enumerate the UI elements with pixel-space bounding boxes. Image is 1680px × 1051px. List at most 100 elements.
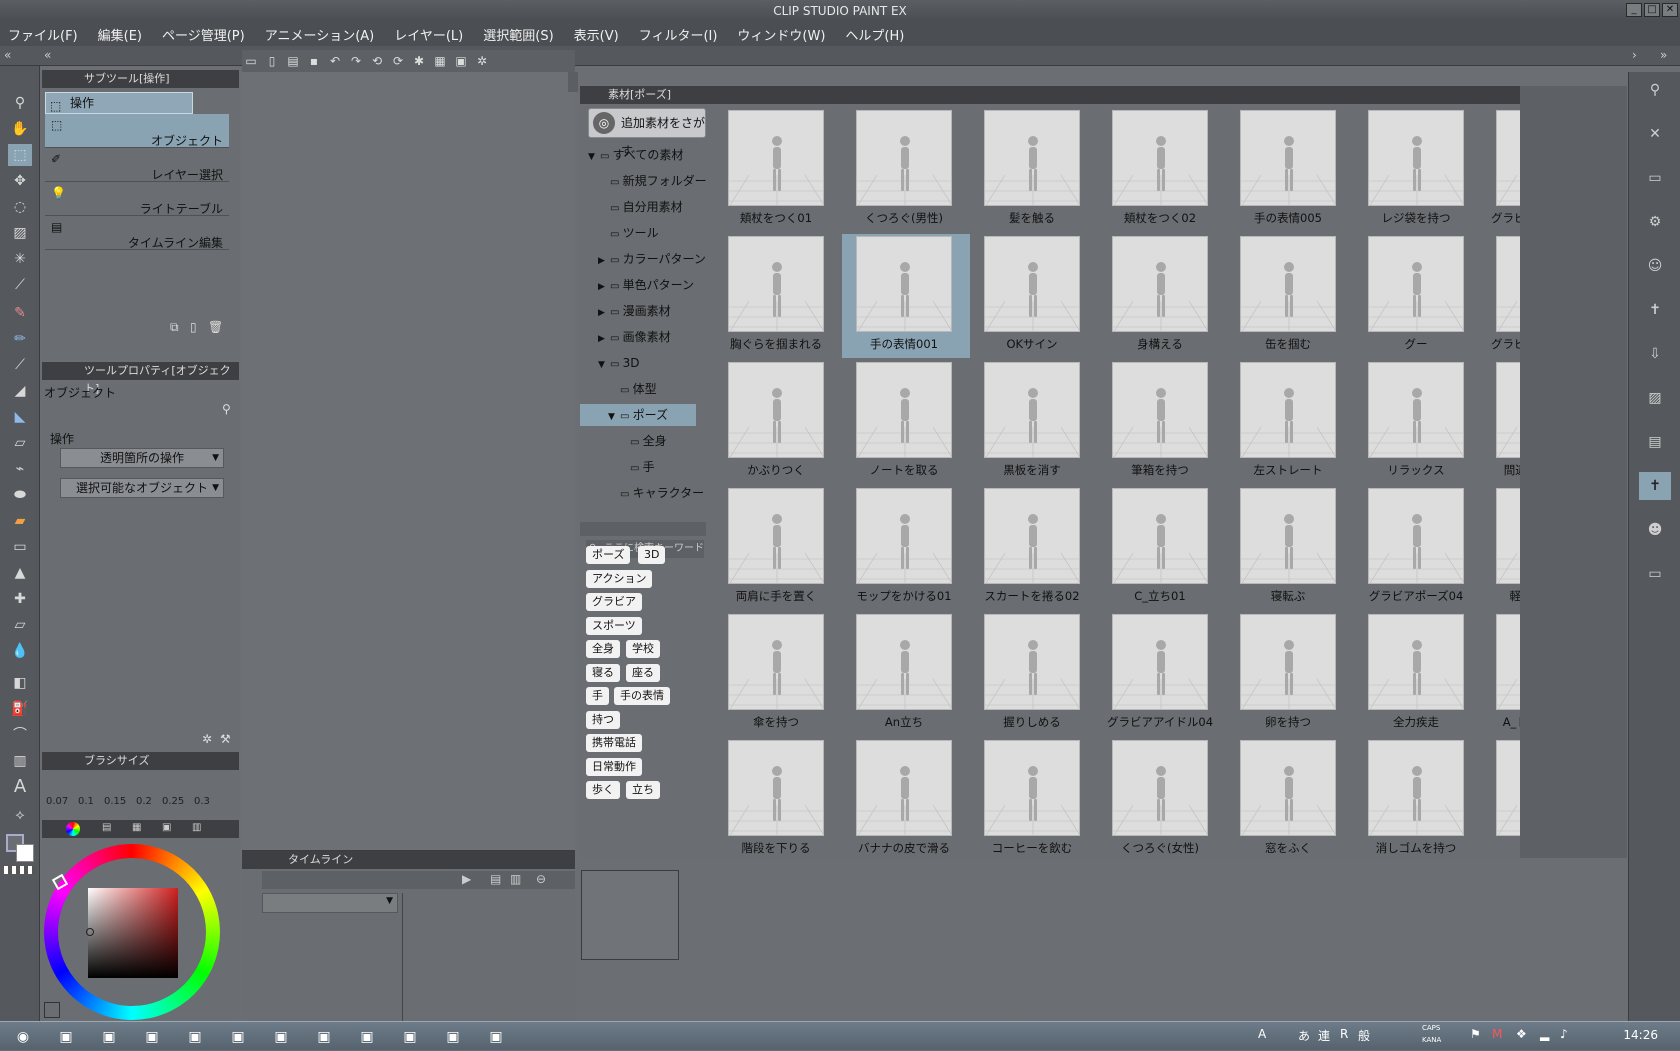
clock[interactable]: 14:26 [1623,1028,1658,1042]
subtool-item-timeline-edit[interactable]: ▤ タイムライン編集 [45,216,229,250]
tree-node[interactable]: ▼ ▭ すべての素材 [580,144,696,166]
redo-icon[interactable]: ↷ [347,53,365,69]
find-materials-button[interactable]: ◎ 追加素材をさがす [588,108,706,158]
material-item[interactable]: コーヒーを飲む [970,738,1098,854]
material-item[interactable]: C_立ち01 [1098,486,1226,610]
color-wheel-tab-icon[interactable] [66,822,80,836]
tag-chip[interactable]: 3D [638,546,666,564]
menu-help[interactable]: ヘルプ(H) [845,25,904,44]
tree-expander-icon[interactable]: ▶ [598,302,610,324]
material-item[interactable]: くつろぐ(女性) [1098,738,1226,854]
image-material-icon[interactable]: ▨ [1639,384,1671,412]
tag-chip[interactable]: アクション [586,569,653,588]
menu-page[interactable]: ページ管理(P) [162,25,245,44]
chrome-icon[interactable]: ▣ [94,1025,124,1049]
tag-chip[interactable]: 学校 [626,640,660,658]
tree-node[interactable]: ▭ キャラクター [580,482,704,504]
tree-node[interactable]: ▭ 体型 [580,378,696,400]
material-item[interactable]: 黒板を消す [970,360,1098,484]
app-j-icon[interactable]: ▣ [137,1025,167,1049]
tag-chip[interactable]: 持つ [586,710,620,729]
material-item[interactable]: 筆箱を持つ [1098,360,1226,484]
material-item[interactable]: 全力疾走 [1354,612,1482,736]
material-item[interactable]: 握りしめる [970,612,1098,736]
tree-node[interactable]: ▭ 全身 [580,430,696,452]
zoom-icon[interactable]: ⚲ [8,92,32,114]
itunes-icon[interactable]: ▣ [438,1025,468,1049]
gradient-tool-icon[interactable]: ▭ [8,536,32,558]
material-item[interactable]: 卵を持つ [1226,612,1354,736]
eyedropper-icon[interactable]: ⟋ [8,274,32,296]
eraser-icon[interactable]: ▱ [8,432,32,454]
material-item[interactable]: バナナの皮で滑る [842,738,970,854]
open-icon[interactable]: ▤ [284,53,302,69]
airbrush-icon[interactable]: ◢ [8,380,32,402]
curve-icon[interactable]: ⌒ [8,724,32,746]
material-item[interactable]: 両肩に手を置く [714,486,842,610]
tray-ime-r[interactable]: R [1340,1027,1348,1041]
settings-icon[interactable]: ✲ [473,53,491,69]
saturation-value-square[interactable] [88,888,178,978]
clip-paint-icon[interactable]: ▣ [481,1025,511,1049]
auto-select-icon[interactable]: ▨ [8,222,32,244]
evernote-icon[interactable]: ▣ [309,1025,339,1049]
tree-expander-icon[interactable]: ▶ [598,328,610,350]
tag-chip[interactable]: 立ち [626,781,660,799]
color-slider-tab-icon[interactable]: ▤ [102,822,111,833]
material-item[interactable]: 消しゴムを持つ [1354,738,1482,854]
tree-node[interactable]: ▶ ▭ 単色パターン [580,274,696,296]
menu-view[interactable]: 表示(V) [574,25,619,44]
material-item[interactable]: ノートを取る [842,360,970,484]
operation-icon[interactable]: ⬚ [8,144,32,166]
navigator-icon[interactable]: ⚲ [1639,76,1671,104]
pose-icon[interactable]: ✝ [1639,296,1671,324]
fill-icon[interactable]: ▰ [8,510,32,532]
save-icon[interactable]: ▪ [305,53,323,69]
brush-size-025[interactable]: 0.25 [162,796,184,807]
explorer-icon[interactable]: ▣ [51,1025,81,1049]
material-item[interactable]: かぶりつく [714,360,842,484]
material-item[interactable]: レジ袋を持つ [1354,108,1482,232]
rotate-icon[interactable]: ⟲ [368,53,386,69]
opera-icon[interactable]: ▣ [223,1025,253,1049]
tag-chip[interactable]: 歩く [586,781,620,799]
material-item[interactable]: 傘を持つ [714,612,842,736]
brush-size-02[interactable]: 0.2 [136,796,152,807]
minimize-button[interactable]: _ [1626,3,1642,17]
tree-node[interactable]: ▭ ツール [580,222,696,244]
material-item[interactable]: 左ストレート [1226,360,1354,484]
material-item[interactable]: 胸ぐらを掴まれる [714,234,842,358]
camera-icon[interactable]: ▭ [1639,560,1671,588]
body-type-icon[interactable]: ☻ [1639,516,1671,544]
flip-icon[interactable]: ⟳ [389,53,407,69]
tray-ime-general[interactable]: 般 [1358,1027,1370,1044]
tree-node[interactable]: ▭ 手 [580,456,696,478]
material-close-icon[interactable]: ✕ [1639,120,1671,148]
menu-file[interactable]: ファイル(F) [8,25,78,44]
expand-right-icon[interactable]: › [1632,48,1637,62]
signal-icon[interactable]: ▂ [1540,1027,1549,1041]
grid-icon[interactable]: ▦ [431,53,449,69]
material-item[interactable]: OKサイン [970,234,1098,358]
tag-chip[interactable]: 手 [586,687,609,705]
tree-node[interactable]: ▶ ▭ 漫画素材 [580,300,696,322]
flag-icon[interactable]: ⚑ [1470,1027,1481,1041]
subtool-copy-icon[interactable]: ⧉ [170,320,179,335]
bucket-icon[interactable]: ⛽ [8,698,32,720]
material-item[interactable]: 頬杖をつく01 [714,108,842,232]
material-item[interactable]: グー [1354,234,1482,358]
mail-icon[interactable]: M [1492,1027,1502,1041]
tray-ime-ren[interactable]: 連 [1318,1027,1330,1044]
collapse-right-icon[interactable]: » [1660,48,1667,62]
close-button[interactable]: ✕ [1662,3,1678,17]
timeline-view-icon[interactable]: ▤ [490,872,501,886]
undo-icon[interactable]: ↶ [326,53,344,69]
search-icon[interactable]: ⚲ [222,402,231,416]
collapse-left-icon[interactable]: « [4,48,11,62]
selectable-object-dropdown[interactable]: 選択可能なオブジェクト ▼ [60,478,224,498]
material-item[interactable]: 寝転ぶ [1226,486,1354,610]
manga-material-icon[interactable]: ▤ [1639,428,1671,456]
similar-color-tab-icon[interactable]: ▥ [192,822,201,833]
pencil-icon[interactable]: ✏ [8,328,32,350]
folder-icon[interactable]: ▭ [1639,164,1671,192]
